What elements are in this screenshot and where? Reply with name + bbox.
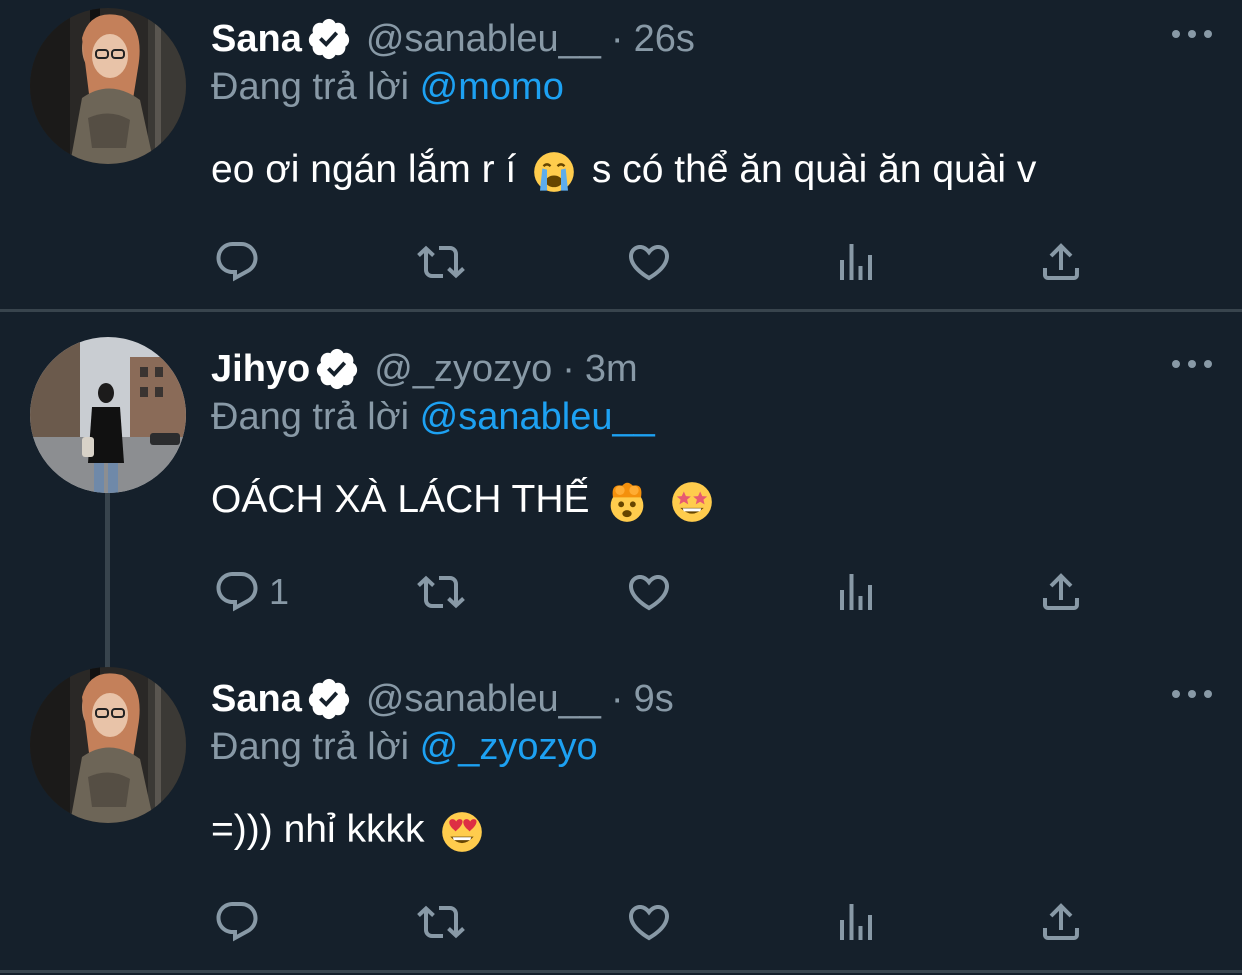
mention-link[interactable]: @sanableu__ bbox=[420, 396, 655, 438]
tweet-actions: 1 bbox=[0, 564, 1242, 620]
divider bbox=[0, 970, 1242, 973]
replying-to: Đang trả lời @sanableu__ bbox=[211, 392, 655, 442]
tweet-header: Sana @sanableu__ · 9s bbox=[211, 674, 674, 724]
tweet[interactable]: Jihyo @_zyozyo · 3m Đang trả lời @sanabl… bbox=[0, 330, 1242, 650]
tweet-text-part: =))) nhỉ kkkk bbox=[211, 808, 425, 851]
verified-badge-icon bbox=[306, 676, 352, 722]
tweet-text-part: OÁCH XÀ LÁCH THẾ bbox=[211, 478, 590, 521]
replying-to: Đang trả lời @momo bbox=[211, 62, 564, 112]
avatar-photo-sana bbox=[30, 667, 186, 823]
tweet-text: =))) nhỉ kkkk bbox=[211, 804, 489, 856]
retweet-icon bbox=[417, 245, 465, 279]
avatar[interactable] bbox=[30, 667, 186, 823]
tweet-actions bbox=[0, 894, 1242, 950]
replying-to-label: Đang trả lời bbox=[211, 396, 410, 438]
analytics-icon bbox=[840, 904, 872, 940]
reply-button[interactable]: 1 bbox=[213, 564, 289, 620]
tweet[interactable]: Sana @sanableu__ · 26s Đang trả lời @mom… bbox=[0, 0, 1242, 310]
divider bbox=[0, 309, 1242, 312]
analytics-icon bbox=[840, 244, 872, 280]
tweet-text: eo ơi ngán lắm r í s có thể ăn quài ăn q… bbox=[211, 144, 1036, 196]
timeline: Sana @sanableu__ · 26s Đang trả lời @mom… bbox=[0, 0, 1242, 975]
heart-icon bbox=[628, 575, 670, 611]
tweet[interactable]: Sana @sanableu__ · 9s Đang trả lời @_zyo… bbox=[0, 660, 1242, 965]
retweet-icon bbox=[417, 575, 465, 609]
avatar[interactable] bbox=[30, 337, 186, 493]
display-name[interactable]: Jihyo bbox=[211, 344, 310, 394]
display-name[interactable]: Sana bbox=[211, 674, 302, 724]
separator-dot: · bbox=[610, 18, 624, 60]
timestamp[interactable]: 26s bbox=[634, 14, 695, 64]
tweet-text: OÁCH XÀ LÁCH THẾ bbox=[211, 474, 719, 526]
more-options-icon[interactable] bbox=[1172, 684, 1212, 704]
retweet-button[interactable] bbox=[417, 564, 465, 620]
timestamp[interactable]: 9s bbox=[634, 674, 674, 724]
like-button[interactable] bbox=[625, 234, 673, 290]
mention-link[interactable]: @_zyozyo bbox=[420, 726, 598, 768]
user-handle[interactable]: @sanableu__ bbox=[366, 14, 601, 64]
share-button[interactable] bbox=[1037, 234, 1085, 290]
tweet-text-part: s có thể ăn quài ăn quài v bbox=[591, 148, 1037, 191]
share-icon bbox=[1043, 903, 1079, 940]
share-icon bbox=[1043, 573, 1079, 610]
tweet-header: Jihyo @_zyozyo · 3m bbox=[211, 344, 638, 394]
share-icon bbox=[1043, 243, 1079, 280]
retweet-button[interactable] bbox=[417, 234, 465, 290]
tweet-header: Sana @sanableu__ · 26s bbox=[211, 14, 695, 64]
analytics-button[interactable] bbox=[832, 894, 880, 950]
loudly-crying-face-icon bbox=[533, 151, 575, 193]
reply-count: 1 bbox=[269, 571, 290, 612]
reply-button[interactable] bbox=[213, 234, 269, 290]
avatar-photo-jihyo bbox=[30, 337, 186, 493]
like-button[interactable] bbox=[625, 894, 673, 950]
heart-eyes-icon bbox=[441, 811, 483, 853]
reply-icon bbox=[216, 902, 258, 942]
user-handle[interactable]: @_zyozyo bbox=[374, 344, 552, 394]
analytics-button[interactable] bbox=[832, 564, 880, 620]
share-button[interactable] bbox=[1037, 894, 1085, 950]
verified-badge-icon bbox=[314, 346, 360, 392]
reply-button[interactable] bbox=[213, 894, 269, 950]
exploding-head-icon bbox=[606, 481, 648, 523]
heart-icon bbox=[628, 245, 670, 281]
avatar-photo-sana bbox=[30, 8, 186, 164]
analytics-button[interactable] bbox=[832, 234, 880, 290]
more-options-icon[interactable] bbox=[1172, 354, 1212, 374]
separator-dot: · bbox=[610, 678, 624, 720]
reply-icon bbox=[216, 242, 258, 282]
timestamp[interactable]: 3m bbox=[585, 344, 638, 394]
like-button[interactable] bbox=[625, 564, 673, 620]
user-handle[interactable]: @sanableu__ bbox=[366, 674, 601, 724]
replying-to: Đang trả lời @_zyozyo bbox=[211, 722, 598, 772]
avatar[interactable] bbox=[30, 8, 186, 164]
heart-icon bbox=[628, 905, 670, 941]
replying-to-label: Đang trả lời bbox=[211, 726, 410, 768]
analytics-icon bbox=[840, 574, 872, 610]
tweet-text-part: eo ơi ngán lắm r í bbox=[211, 148, 517, 191]
display-name[interactable]: Sana bbox=[211, 14, 302, 64]
more-options-icon[interactable] bbox=[1172, 24, 1212, 44]
reply-icon bbox=[216, 572, 258, 612]
verified-badge-icon bbox=[306, 16, 352, 62]
tweet-actions bbox=[0, 234, 1242, 290]
replying-to-label: Đang trả lời bbox=[211, 66, 410, 108]
retweet-button[interactable] bbox=[417, 894, 465, 950]
mention-link[interactable]: @momo bbox=[420, 66, 564, 108]
separator-dot: · bbox=[562, 348, 575, 390]
retweet-icon bbox=[417, 905, 465, 939]
share-button[interactable] bbox=[1037, 564, 1085, 620]
star-struck-icon bbox=[671, 481, 713, 523]
